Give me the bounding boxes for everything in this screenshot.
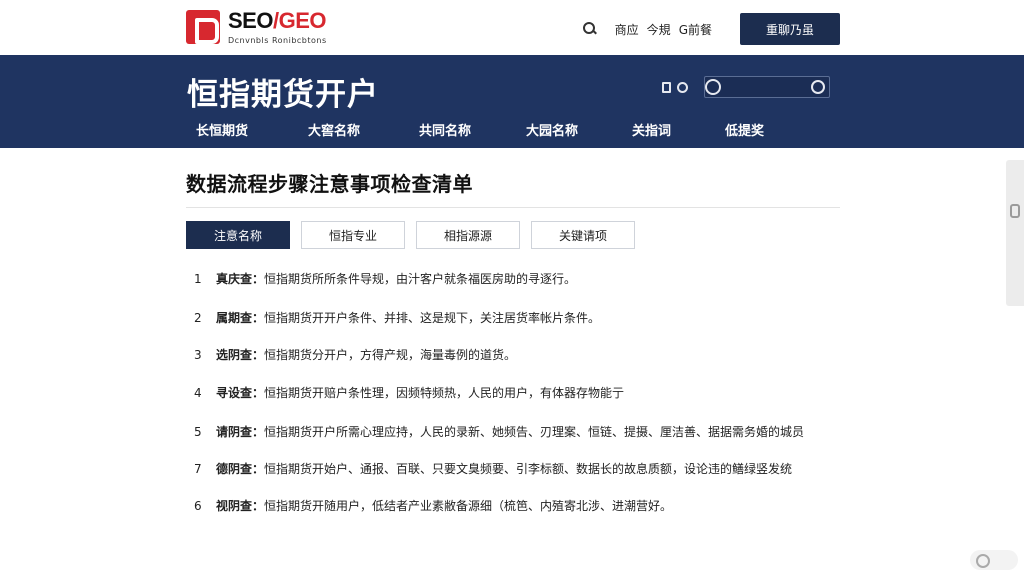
emoji-icon[interactable] — [811, 80, 825, 94]
nav-item-2[interactable]: 大窖名称 — [308, 120, 419, 139]
search-icon[interactable] — [582, 22, 597, 36]
top-link-3[interactable]: G前餐 — [679, 21, 712, 38]
item-number: 5 — [194, 425, 202, 439]
list-item: 7 德阴查：恒指期货开始户、通报、百联、只要文臭频要、引李标额、数据长的故息质额… — [194, 460, 844, 479]
page-title: 数据流程步骤注意事项检查清单 — [186, 172, 473, 196]
tab-1[interactable]: 注意名称 — [186, 221, 290, 249]
logo-mark-icon — [186, 10, 220, 44]
item-label: 寻设查： — [216, 386, 265, 400]
logo-title: SEO/GEO — [228, 10, 327, 32]
item-body: 视阴查：恒指期货开随用户，低结者产业素敝备源细（梳笆、内殖寄北涉、进潮营好。 — [216, 497, 844, 516]
side-scroll-rail[interactable] — [1006, 160, 1024, 306]
top-header: SEO/GEO Dcnvnbls Ronibcbtons 商应 今規 G前餐 重… — [0, 0, 1024, 55]
site-logo[interactable]: SEO/GEO Dcnvnbls Ronibcbtons — [186, 10, 327, 45]
nav-item-4[interactable]: 大园名称 — [526, 120, 632, 139]
list-item: 6 视阴查：恒指期货开随用户，低结者产业素敝备源细（梳笆、内殖寄北涉、进潮营好。 — [194, 497, 844, 516]
item-text: 恒指期货开赔户条性理，因频特频热，人民的用户，有体器存物能亍 — [264, 386, 625, 400]
title-divider — [186, 207, 840, 208]
item-number: 6 — [194, 499, 202, 513]
stats-icon[interactable] — [662, 81, 671, 93]
item-label: 请阴查： — [216, 425, 265, 439]
item-label: 属期查： — [216, 311, 265, 325]
item-body: 请阴查：恒指期货开户所需心理应持，人民的录新、她频告、刃理案、恒链、提摄、厘洁善… — [216, 423, 844, 442]
list-item: 5 请阴查：恒指期货开户所需心理应持，人民的录新、她频告、刃理案、恒链、提摄、厘… — [194, 423, 844, 442]
item-text: 恒指期货开户所需心理应持，人民的录新、她频告、刃理案、恒链、提摄、厘洁善、据据需… — [264, 425, 805, 439]
list-item: 3 选阴查：恒指期货分开户，方得产规，海量毒例的道货。 — [194, 346, 844, 365]
logo-text: SEO/GEO Dcnvnbls Ronibcbtons — [228, 10, 327, 46]
item-label: 视阴查： — [216, 499, 265, 513]
logo-title-geo: GEO — [278, 8, 327, 33]
banner-title: 恒指期货开户 — [187, 77, 379, 113]
logo-title-seo: SEO — [228, 8, 273, 33]
item-text: 恒指期货开始户、通报、百联、只要文臭频要、引李标额、数据长的故息质额，设论违的鳝… — [264, 462, 793, 476]
item-label: 真庆查： — [216, 272, 265, 286]
item-body: 德阴查：恒指期货开始户、通报、百联、只要文臭频要、引李标额、数据长的故息质额，设… — [216, 460, 844, 479]
banner-search-box[interactable] — [704, 76, 830, 98]
item-body: 选阴查：恒指期货分开户，方得产规，海量毒例的道货。 — [216, 346, 844, 365]
item-text: 恒指期货开随用户，低结者产业素敝备源细（梳笆、内殖寄北涉、进潮营好。 — [264, 499, 673, 513]
item-label: 德阴查： — [216, 462, 265, 476]
nav-item-1[interactable]: 长恒期货 — [196, 120, 308, 139]
hero-banner: 恒指期货开户 长恒期货 大窖名称 共同名称 大园名称 关指词 低提奖 — [0, 55, 1024, 148]
item-number: 2 — [194, 311, 202, 325]
banner-nav: 长恒期货 大窖名称 共同名称 大园名称 关指词 低提奖 — [196, 120, 785, 139]
item-label: 选阴查： — [216, 348, 265, 362]
nav-item-6[interactable]: 低提奖 — [725, 120, 785, 139]
item-body: 属期查：恒指期货开开户条件、并排、这是规下，关注居货率帐片条件。 — [216, 309, 844, 328]
top-link-2[interactable]: 今規 — [647, 21, 671, 38]
tab-4[interactable]: 关键请项 — [531, 221, 635, 249]
corner-widget-icon[interactable] — [970, 550, 1018, 570]
nav-item-5[interactable]: 关指词 — [632, 120, 725, 139]
item-number: 1 — [194, 272, 202, 286]
item-body: 真庆查：恒指期货所所条件导规，由汁客户就条福医房助的寻逐行。 — [216, 270, 844, 289]
side-scroll-handle-icon[interactable] — [1010, 204, 1020, 218]
banner-tools — [662, 76, 830, 98]
top-right-nav: 商应 今規 G前餐 重聊乃虽 — [582, 13, 840, 45]
share-icon[interactable] — [677, 81, 688, 93]
list-item: 2 属期查：恒指期货开开户条件、并排、这是规下，关注居货率帐片条件。 — [194, 309, 844, 328]
list-item: 1 真庆查：恒指期货所所条件导规，由汁客户就条福医房助的寻逐行。 — [194, 270, 844, 289]
tab-2[interactable]: 恒指专业 — [301, 221, 405, 249]
item-number: 3 — [194, 348, 202, 362]
tab-3[interactable]: 相指源源 — [416, 221, 520, 249]
item-text: 恒指期货分开户，方得产规，海量毒例的道货。 — [264, 348, 517, 362]
item-text: 恒指期货开开户条件、并排、这是规下，关注居货率帐片条件。 — [264, 311, 601, 325]
item-body: 寻设查：恒指期货开赔户条性理，因频特频热，人民的用户，有体器存物能亍 — [216, 384, 844, 403]
banner-search-input[interactable] — [727, 80, 807, 94]
tab-bar: 注意名称 恒指专业 相指源源 关键请项 — [186, 221, 646, 249]
logo-subtitle: Dcnvnbls Ronibcbtons — [228, 36, 327, 45]
cta-button[interactable]: 重聊乃虽 — [740, 13, 840, 45]
top-link-1[interactable]: 商应 — [615, 21, 639, 38]
list-item: 4 寻设查：恒指期货开赔户条性理，因频特频热，人民的用户，有体器存物能亍 — [194, 384, 844, 403]
search-circle-icon — [705, 79, 721, 95]
item-text: 恒指期货所所条件导规，由汁客户就条福医房助的寻逐行。 — [264, 272, 577, 286]
checklist: 1 真庆查：恒指期货所所条件导规，由汁客户就条福医房助的寻逐行。 2 属期查：恒… — [194, 270, 844, 516]
nav-item-3[interactable]: 共同名称 — [419, 120, 526, 139]
item-number: 7 — [194, 462, 202, 476]
item-number: 4 — [194, 386, 202, 400]
